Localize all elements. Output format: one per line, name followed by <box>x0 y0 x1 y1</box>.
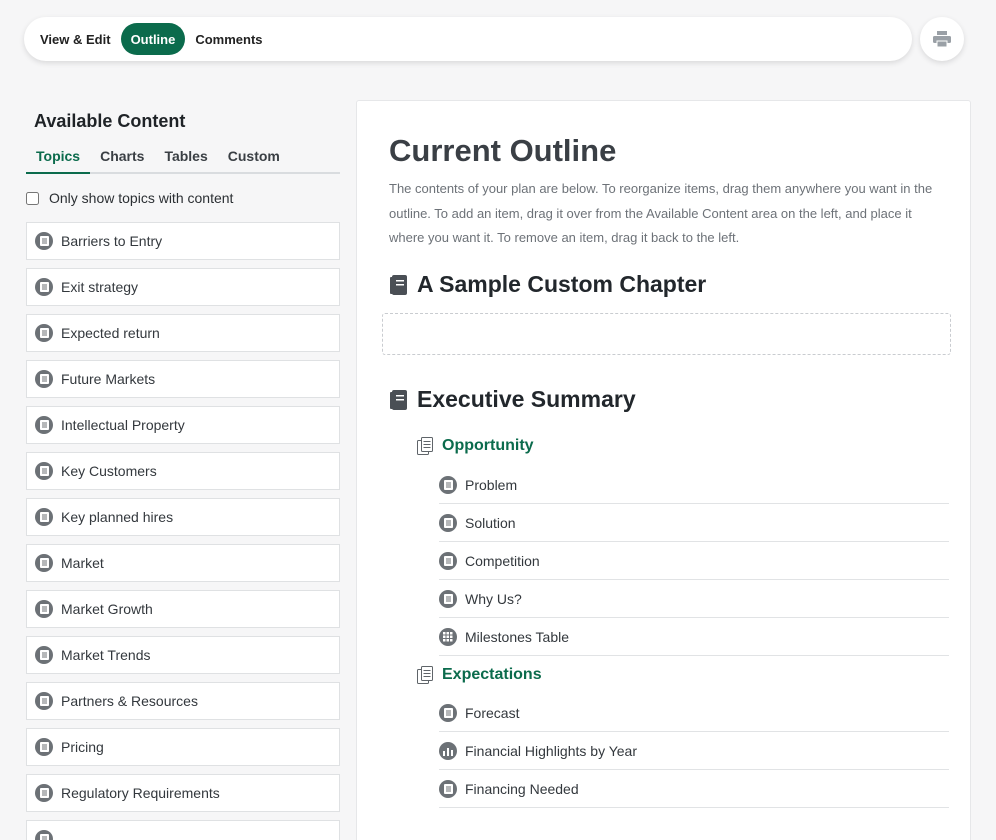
topic-label: Market <box>61 555 104 571</box>
topic-label: Exit strategy <box>61 279 139 295</box>
outline-item-label: Competition <box>465 552 540 569</box>
outline-description: The contents of your plan are below. To … <box>389 181 933 245</box>
topic-item[interactable]: Market Trends <box>26 636 340 674</box>
chart-icon <box>439 741 457 760</box>
content-filter[interactable]: Only show topics with content <box>26 190 340 206</box>
outline-item-label: Forecast <box>465 704 520 721</box>
topic-item[interactable]: Regulatory Requirements <box>26 774 340 812</box>
outline-item[interactable]: Milestones Table <box>439 618 949 656</box>
only-with-content-checkbox[interactable] <box>26 191 39 205</box>
document-icon <box>35 646 53 664</box>
outline-item-label: Financing Needed <box>465 780 579 797</box>
topic-label: Barriers to Entry <box>61 233 163 249</box>
tab-comments[interactable]: Comments <box>185 23 272 55</box>
section-title: Expectations <box>442 666 542 683</box>
document-icon <box>439 513 457 532</box>
chapter-custom[interactable]: A Sample Custom Chapter <box>389 271 706 298</box>
outline-panel: Current Outline The contents of your pla… <box>356 100 971 840</box>
chapter-title: Executive Summary <box>417 386 636 412</box>
topic-item[interactable]: Future Markets <box>26 360 340 398</box>
topic-label: Intellectual Property <box>61 417 185 433</box>
topic-label: Market Growth <box>61 601 153 617</box>
document-icon <box>35 508 53 526</box>
topic-label: Regulatory Requirements <box>61 785 220 801</box>
document-icon <box>35 554 53 572</box>
topic-label: Key Customers <box>61 463 157 479</box>
outline-item-label: Milestones Table <box>465 628 570 645</box>
outline-item[interactable]: Financing Needed <box>439 770 949 808</box>
view-mode-bar: View & Edit Outline Comments <box>24 17 912 61</box>
document-icon <box>439 779 457 798</box>
outline-item[interactable]: Solution <box>439 504 949 542</box>
book-icon <box>390 274 407 295</box>
document-icon <box>35 462 53 480</box>
topic-item[interactable] <box>26 820 340 840</box>
panel-title: Available Content <box>34 111 186 131</box>
book-icon <box>390 389 407 410</box>
document-icon <box>439 475 457 494</box>
topic-item[interactable]: Barriers to Entry <box>26 222 340 260</box>
chapter-executive-summary[interactable]: Executive Summary <box>389 386 636 413</box>
tab-outline[interactable]: Outline <box>120 23 186 55</box>
chapter-dropzone[interactable] <box>382 313 951 355</box>
document-icon <box>35 738 53 756</box>
topic-item[interactable]: Pricing <box>26 728 340 766</box>
outline-item[interactable]: Forecast <box>439 694 949 732</box>
topic-list: Barriers to Entry Exit strategy Expected r… <box>26 222 340 840</box>
topic-item[interactable]: Key Customers <box>26 452 340 490</box>
outline-item[interactable]: Why Us? <box>439 580 949 618</box>
document-icon <box>35 416 53 434</box>
document-icon <box>439 703 457 722</box>
outline-item-label: Problem <box>465 476 518 493</box>
document-icon <box>35 830 53 840</box>
section-opportunity[interactable]: Opportunity <box>417 437 534 455</box>
document-icon <box>35 324 53 342</box>
available-content-panel: Available Content Topics Charts Tables C… <box>26 100 340 840</box>
tab-tables[interactable]: Tables <box>154 142 217 172</box>
outline-item-label: Financial Highlights by Year <box>465 742 637 759</box>
topic-item[interactable]: Intellectual Property <box>26 406 340 444</box>
table-icon <box>439 627 457 646</box>
topic-label: Pricing <box>61 739 104 755</box>
page-title: Current Outline <box>389 133 617 168</box>
pages-icon <box>417 666 433 684</box>
outline-item[interactable]: Problem <box>439 466 949 504</box>
document-icon <box>35 784 53 802</box>
document-icon <box>35 600 53 618</box>
pages-icon <box>417 437 433 455</box>
filter-label: Only show topics with content <box>49 190 234 206</box>
topic-label: Expected return <box>61 325 160 341</box>
outline-item[interactable]: Financial Highlights by Year <box>439 732 949 770</box>
section-expectations[interactable]: Expectations <box>417 666 542 684</box>
section-title: Opportunity <box>442 437 534 454</box>
outline-item[interactable]: Competition <box>439 542 949 580</box>
topic-label: Partners & Resources <box>61 693 198 709</box>
topic-label: Key planned hires <box>61 509 174 525</box>
topic-item[interactable]: Expected return <box>26 314 340 352</box>
document-icon <box>35 278 53 296</box>
tab-charts[interactable]: Charts <box>90 142 154 172</box>
tab-custom[interactable]: Custom <box>218 142 290 172</box>
outline-item-label: Solution <box>465 514 516 531</box>
tab-topics[interactable]: Topics <box>26 142 91 174</box>
topic-item[interactable]: Market Growth <box>26 590 340 628</box>
tab-view-edit[interactable]: View & Edit <box>30 23 121 55</box>
document-icon <box>35 692 53 710</box>
topic-item[interactable]: Key planned hires <box>26 498 340 536</box>
topic-item[interactable]: Partners & Resources <box>26 682 340 720</box>
topic-label: Future Markets <box>61 371 156 387</box>
document-icon <box>439 589 457 608</box>
document-icon <box>35 232 53 250</box>
topic-item[interactable]: Market <box>26 544 340 582</box>
printer-icon <box>933 31 951 47</box>
content-type-tabs: Topics Charts Tables Custom <box>26 142 340 174</box>
topic-item[interactable]: Exit strategy <box>26 268 340 306</box>
document-icon <box>35 370 53 388</box>
print-button[interactable] <box>920 17 964 61</box>
document-icon <box>439 551 457 570</box>
outline-item-label: Why Us? <box>465 590 522 607</box>
topic-label: Market Trends <box>61 647 151 663</box>
chapter-title: A Sample Custom Chapter <box>417 271 707 297</box>
